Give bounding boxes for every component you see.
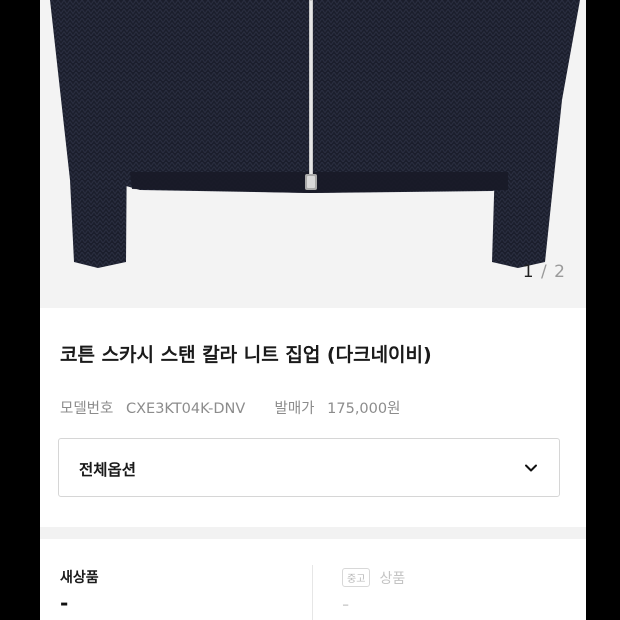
product-meta: 모델번호 CXE3KT04K-DNV 발매가 175,000원 — [60, 397, 400, 418]
condition-divider — [312, 565, 313, 620]
pager-total: 2 — [554, 262, 566, 282]
new-product-price: - — [60, 591, 69, 615]
section-divider — [40, 527, 586, 539]
product-detail-screen: 1 / 2 코튼 스카시 스탠 칼라 니트 집업 (다크네이비) 모델번호 CX… — [40, 0, 586, 620]
chevron-down-icon — [525, 464, 537, 472]
product-image — [50, 0, 580, 268]
image-pager: 1 / 2 — [523, 262, 566, 282]
product-image-gallery[interactable]: 1 / 2 — [40, 0, 586, 308]
condition-section: 새상품 - 중고 상품 - — [40, 539, 586, 620]
used-badge: 중고 — [342, 568, 371, 587]
new-product-label: 새상품 — [60, 570, 99, 586]
used-product-price: - — [342, 591, 350, 616]
product-title: 코튼 스카시 스탠 칼라 니트 집업 (다크네이비) — [60, 344, 432, 366]
model-number-label: 모델번호 — [60, 401, 114, 417]
new-product-tab[interactable]: 새상품 - — [60, 567, 99, 613]
pager-separator: / — [541, 262, 548, 282]
used-product-label: 상품 — [379, 570, 406, 587]
release-price-label: 발매가 — [274, 401, 315, 417]
all-options-dropdown[interactable]: 전체옵션 — [58, 438, 560, 497]
release-price-value: 175,000원 — [327, 401, 401, 417]
model-number-value: CXE3KT04K-DNV — [125, 401, 246, 417]
all-options-label: 전체옵션 — [79, 461, 137, 479]
pager-current: 1 — [522, 262, 535, 282]
used-product-tab[interactable]: 중고 상품 - — [342, 567, 405, 614]
